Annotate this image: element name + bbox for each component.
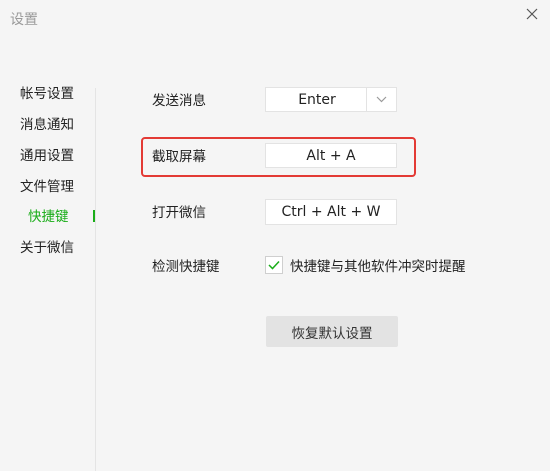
close-icon — [526, 8, 538, 20]
sidebar-item-notifications[interactable]: 消息通知 — [20, 116, 74, 134]
screenshot-label: 截取屏幕 — [152, 149, 206, 165]
window-title: 设置 — [10, 12, 38, 28]
checkmark-icon — [268, 260, 280, 270]
sidebar-item-files[interactable]: 文件管理 — [20, 178, 74, 196]
open-wechat-shortcut-field[interactable]: Ctrl + Alt + W — [265, 199, 397, 225]
conflict-reminder-checkbox[interactable] — [265, 256, 283, 274]
send-message-value: Enter — [298, 91, 336, 108]
restore-defaults-button[interactable]: 恢复默认设置 — [266, 316, 398, 347]
detect-shortcuts-label: 检测快捷键 — [152, 259, 220, 275]
sidebar-item-account[interactable]: 帐号设置 — [20, 85, 74, 103]
open-wechat-label: 打开微信 — [152, 205, 206, 221]
screenshot-shortcut-field[interactable]: Alt + A — [265, 143, 397, 168]
conflict-reminder-label[interactable]: 快捷键与其他软件冲突时提醒 — [290, 258, 466, 276]
sidebar-item-about[interactable]: 关于微信 — [20, 239, 74, 257]
sidebar-item-shortcuts[interactable]: 快捷键 — [28, 208, 69, 226]
sidebar-item-general[interactable]: 通用设置 — [20, 147, 74, 165]
send-message-dropdown[interactable]: Enter — [265, 87, 397, 112]
sidebar-divider — [95, 88, 96, 471]
chevron-down-icon — [376, 96, 387, 103]
send-message-label: 发送消息 — [152, 93, 206, 109]
dropdown-toggle[interactable] — [366, 88, 396, 111]
close-button[interactable] — [521, 3, 543, 25]
